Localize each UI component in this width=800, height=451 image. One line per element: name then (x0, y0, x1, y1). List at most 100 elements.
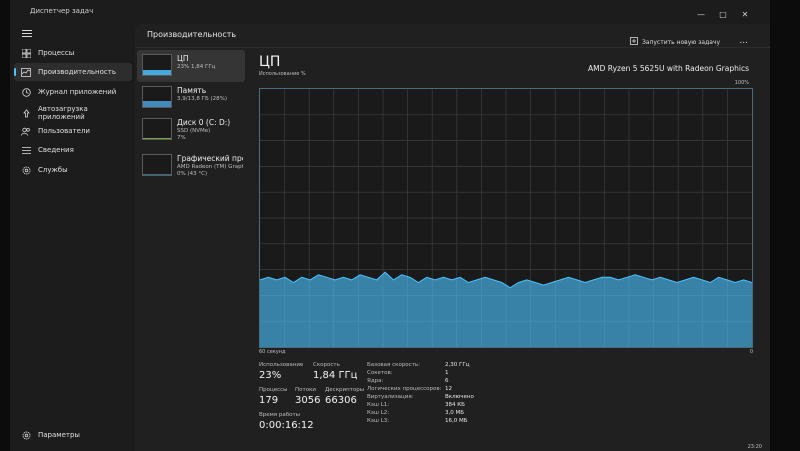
close-button[interactable]: ✕ (734, 8, 756, 20)
task-manager-window: Диспетчер задач — □ ✕ Процессы Производи… (10, 0, 770, 451)
speed-value: 1,84 ГГц (313, 370, 358, 381)
gpu-thumbnail-fill (143, 174, 171, 175)
content-area: Производительность Запустить новую задач… (135, 24, 770, 451)
sidebar-item-label: Пользователи (38, 127, 90, 135)
spec-label: Кэш L1: (367, 402, 390, 408)
gpu-thumbnail (142, 154, 172, 176)
perf-item-name: Графический процессор (177, 154, 243, 163)
perf-item-cpu[interactable]: ЦП 23% 1,84 ГГц (137, 50, 245, 82)
sidebar-item-label: Службы (38, 166, 68, 174)
speed-label: Скорость (313, 362, 340, 368)
sidebar-item-label: Автозагрузка приложений (38, 105, 88, 121)
sidebar-item-users[interactable]: Пользователи (14, 122, 132, 140)
perf-item-disk[interactable]: Диск 0 (C: D:) SSD (NVMe) 7% (137, 114, 245, 150)
settings-label: Параметры (38, 431, 80, 439)
maximize-button[interactable]: □ (712, 8, 734, 20)
sidebar-item-label: Производительность (38, 68, 116, 76)
spec-label: Базовая скорость: (367, 362, 420, 368)
list-icon (20, 145, 32, 155)
cpu-thumbnail (142, 54, 172, 76)
disk-thumbnail (142, 118, 172, 140)
cpu-chart-svg (260, 89, 752, 347)
spec-label: Логических процессоров: (367, 386, 442, 392)
spec-label: Кэш L2: (367, 410, 390, 416)
perf-item-detail: 3,9/13,8 ГБ (28%) (177, 96, 227, 102)
spec-value: 2,30 ГГц (445, 362, 470, 368)
memory-thumbnail (142, 86, 172, 108)
spec-value: Включено (445, 394, 474, 400)
history-icon (20, 87, 32, 97)
perf-item-detail: 23% 1,84 ГГц (177, 64, 216, 70)
gear-icon (20, 431, 32, 440)
perf-item-name: ЦП (177, 54, 189, 63)
sidebar-item-label: Процессы (38, 49, 75, 57)
hamburger-menu-icon[interactable] (22, 30, 32, 38)
threads-value: 3056 (295, 395, 321, 406)
perf-item-detail: SSD (NVMe) (177, 128, 211, 134)
cpu-model-name: AMD Ryzen 5 5625U with Radeon Graphics (588, 64, 749, 73)
spec-label: Виртуализация: (367, 394, 414, 400)
spec-label: Сокетов: (367, 370, 393, 376)
usage-label: Использование (259, 362, 304, 368)
disk-thumbnail-fill (143, 137, 171, 139)
sidebar-item-label: Журнал приложений (38, 88, 117, 96)
run-new-task-button[interactable]: Запустить новую задачу (630, 37, 720, 47)
sidebar-item-services[interactable]: Службы (14, 161, 132, 179)
cpu-heading: ЦП (259, 54, 281, 70)
spec-value: 3,0 МБ (445, 410, 465, 416)
time-range-label: 60 секунд (259, 349, 286, 355)
sidebar-item-processes[interactable]: Процессы (14, 44, 132, 62)
minimize-button[interactable]: — (690, 8, 712, 20)
grid-icon (20, 48, 32, 58)
zero-label: 0 (749, 349, 753, 355)
startup-icon (20, 108, 32, 118)
window-controls: — □ ✕ (690, 8, 756, 20)
spec-value: 12 (445, 386, 452, 392)
usage-value: 23% (259, 370, 282, 381)
utilization-label: Использование % (259, 71, 306, 77)
handles-value: 66306 (325, 395, 357, 406)
more-options-button[interactable]: ... (739, 36, 748, 46)
spec-value: 1 (445, 370, 449, 376)
sidebar-item-label: Сведения (38, 146, 74, 154)
max-percent-label: 100% (734, 80, 749, 86)
taskbar-clock: 23:20 (747, 444, 762, 450)
window-title: Диспетчер задач (30, 7, 94, 15)
run-task-label: Запустить новую задачу (641, 38, 720, 46)
memory-thumbnail-fill (143, 101, 171, 107)
services-gear-icon (20, 165, 32, 175)
threads-label: Потоки (295, 387, 316, 393)
perf-item-detail: AMD Radeon (TM) Graphics (177, 164, 243, 170)
title-bar: Диспетчер задач — □ ✕ (10, 0, 770, 24)
content-header: Производительность Запустить новую задач… (135, 24, 770, 48)
perf-item-name: Диск 0 (C: D:) (177, 118, 231, 127)
processes-value: 179 (259, 395, 279, 406)
sidebar-item-performance[interactable]: Производительность (14, 63, 132, 81)
spec-value: 16,0 МБ (445, 418, 468, 424)
spec-value: 6 (445, 378, 449, 384)
sidebar-item-app-history[interactable]: Журнал приложений (14, 83, 132, 101)
handles-label: Дескрипторы (325, 387, 365, 393)
uptime-label: Время работы (259, 412, 301, 418)
cpu-stats: Использование 23% Скорость 1,84 ГГц Проц… (259, 360, 759, 450)
sidebar-item-settings[interactable]: Параметры (14, 426, 132, 444)
sidebar: Процессы Производительность Журнал прило… (10, 24, 135, 451)
spec-label: Кэш L3: (367, 418, 390, 424)
cpu-thumbnail-fill (143, 70, 171, 75)
page-title: Производительность (147, 30, 237, 39)
perf-item-memory[interactable]: Память 3,9/13,8 ГБ (28%) (137, 82, 245, 114)
perf-item-detail-2: 0% (43 °C) (177, 171, 208, 177)
cpu-utilization-graph (259, 88, 753, 348)
spec-value: 384 КБ (445, 402, 465, 408)
performance-chart-icon (20, 67, 32, 77)
cpu-detail-panel: ЦП AMD Ryzen 5 5625U with Radeon Graphic… (249, 50, 767, 450)
perf-item-detail-2: 7% (177, 135, 186, 141)
users-icon (20, 126, 32, 136)
run-task-icon (630, 37, 638, 47)
sidebar-item-details[interactable]: Сведения (14, 141, 132, 159)
spec-label: Ядра: (367, 378, 384, 384)
uptime-value: 0:00:16:12 (259, 420, 314, 431)
perf-item-name: Память (177, 86, 207, 95)
perf-item-gpu[interactable]: Графический процессор AMD Radeon (TM) Gr… (137, 150, 245, 186)
processes-label: Процессы (259, 387, 288, 393)
